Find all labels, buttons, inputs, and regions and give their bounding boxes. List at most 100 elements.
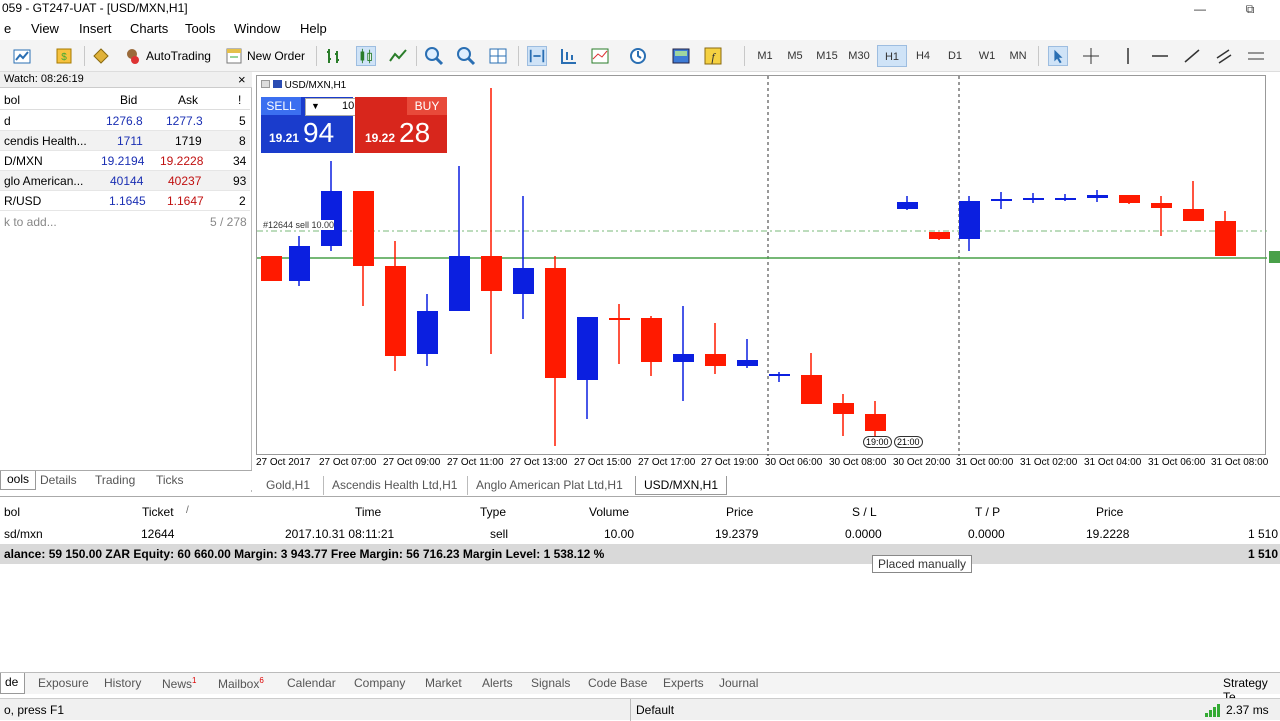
chart-area[interactable]: USD/MXN,H1 #12644 sell 10.00 SELL 19.21 …: [256, 75, 1267, 456]
tab-history[interactable]: History: [104, 676, 141, 690]
tab-calendar[interactable]: Calendar: [287, 676, 336, 690]
column-type[interactable]: Type: [480, 505, 506, 519]
chart-tab-ascendis[interactable]: Ascendis Health Ltd,H1: [323, 476, 465, 495]
candle-body: [737, 360, 758, 366]
market-watch-row[interactable]: D/MXN 19.2194 19.2228 34: [0, 151, 250, 171]
templates-icon[interactable]: [671, 46, 691, 66]
tab-symbols[interactable]: ools: [0, 471, 37, 490]
timeframe-m15[interactable]: M15: [812, 45, 842, 67]
timeframe-m30[interactable]: M30: [844, 45, 874, 67]
new-order-button[interactable]: New Order: [247, 45, 305, 67]
timeframe-h1[interactable]: H1: [877, 45, 907, 67]
tab-trading[interactable]: Trading: [95, 473, 135, 487]
zoom-in-icon[interactable]: [424, 46, 444, 66]
market-watch-row[interactable]: d 1276.8 1277.3 5: [0, 111, 250, 131]
buy-button[interactable]: BUY 19.22 28: [355, 97, 447, 153]
tab-news[interactable]: News1: [162, 676, 196, 691]
horizontal-line-icon[interactable]: [1150, 46, 1170, 66]
market-watch-row[interactable]: cendis Health... 1711 1719 8: [0, 131, 250, 151]
column-volume[interactable]: Volume: [589, 505, 629, 519]
line-chart-icon[interactable]: [388, 46, 408, 66]
timeframe-mn[interactable]: MN: [1003, 45, 1033, 67]
restore-button[interactable]: ⧉: [1235, 0, 1265, 18]
terminal-panel: bol Ticket / Time Type Volume Price S / …: [0, 496, 1280, 676]
menu-file[interactable]: e: [4, 21, 11, 36]
market-watch-row[interactable]: glo American... 40144 40237 93: [0, 171, 250, 191]
tab-code-base[interactable]: Code Base: [588, 676, 647, 690]
column-time[interactable]: Time: [355, 505, 381, 519]
fibonacci-icon[interactable]: [1246, 46, 1266, 66]
menu-insert[interactable]: Insert: [79, 21, 112, 36]
chart-tab-anglo[interactable]: Anglo American Plat Ltd,H1: [467, 476, 631, 495]
bar-chart-icon[interactable]: [324, 46, 344, 66]
zoom-out-icon[interactable]: [456, 46, 476, 66]
chart-shift-icon[interactable]: [558, 46, 578, 66]
column-symbol[interactable]: bol: [4, 505, 20, 519]
tab-details[interactable]: Details: [40, 473, 77, 487]
periods-icon[interactable]: [628, 46, 648, 66]
table-row[interactable]: sd/mxn 12644 2017.10.31 08:11:21 sell 10…: [0, 523, 1280, 543]
minimize-button[interactable]: —: [1185, 0, 1215, 18]
menu-tools[interactable]: Tools: [185, 21, 215, 36]
column-current-price[interactable]: Price: [1096, 505, 1123, 519]
tab-exposure[interactable]: Exposure: [38, 676, 89, 690]
connection-icon: [1205, 704, 1220, 717]
price-scale[interactable]: [1267, 75, 1280, 455]
column-spread[interactable]: !: [238, 93, 241, 107]
tab-experts[interactable]: Experts: [663, 676, 704, 690]
tab-signals[interactable]: Signals: [531, 676, 570, 690]
new-order-icon[interactable]: [224, 46, 244, 66]
cell-sl: 0.0000: [845, 527, 882, 541]
timeframe-m1[interactable]: M1: [750, 45, 780, 67]
title-bar: 059 - GT247-UAT - [USD/MXN,H1] — ⧉: [0, 0, 1280, 18]
timeframe-w1[interactable]: W1: [972, 45, 1002, 67]
vertical-line-icon[interactable]: [1118, 46, 1138, 66]
tile-windows-icon[interactable]: [488, 46, 508, 66]
close-icon[interactable]: ×: [238, 72, 246, 87]
menu-view[interactable]: View: [31, 21, 59, 36]
row-bid: 19.2194: [101, 154, 145, 168]
candlestick-icon[interactable]: [356, 46, 376, 66]
autotrading-icon[interactable]: [122, 46, 142, 66]
menu-window[interactable]: Window: [234, 21, 280, 36]
autotrading-button[interactable]: AutoTrading: [146, 45, 211, 67]
time-axis-label: 31 Oct 08:00: [1211, 457, 1269, 468]
profiles-icon[interactable]: $: [54, 46, 74, 66]
tab-market[interactable]: Market: [425, 676, 462, 690]
trendline-icon[interactable]: [1182, 46, 1202, 66]
equidistant-channel-icon[interactable]: [1214, 46, 1234, 66]
auto-scroll-icon[interactable]: [527, 46, 547, 66]
row-spread: 8: [239, 134, 246, 148]
tab-trade[interactable]: de: [0, 673, 26, 694]
row-bid: 40144: [110, 174, 144, 188]
menu-help[interactable]: Help: [300, 21, 327, 36]
tab-journal[interactable]: Journal: [719, 676, 758, 690]
column-ticket[interactable]: Ticket: [142, 505, 174, 519]
menu-charts[interactable]: Charts: [130, 21, 168, 36]
chart-tab-gold[interactable]: Gold,H1: [258, 476, 318, 495]
column-bid[interactable]: Bid: [120, 93, 137, 107]
chart-tab-usdmxn[interactable]: USD/MXN,H1: [635, 476, 728, 495]
tab-ticks[interactable]: Ticks: [156, 473, 184, 487]
timeframe-d1[interactable]: D1: [940, 45, 970, 67]
timeframe-h4[interactable]: H4: [908, 45, 938, 67]
column-tp[interactable]: T / P: [975, 505, 1000, 519]
tab-company[interactable]: Company: [354, 676, 405, 690]
cursor-icon[interactable]: [1048, 46, 1068, 66]
column-sl[interactable]: S / L: [852, 505, 877, 519]
new-chart-icon[interactable]: [12, 46, 32, 66]
indicators-icon[interactable]: [590, 46, 610, 66]
column-symbol[interactable]: bol: [4, 93, 20, 107]
volume-down-icon[interactable]: ▼: [311, 101, 320, 111]
market-watch-icon[interactable]: [91, 46, 111, 66]
market-watch-row[interactable]: R/USD 1.1645 1.1647 2: [0, 191, 250, 211]
column-ask[interactable]: Ask: [178, 93, 198, 107]
tab-alerts[interactable]: Alerts: [482, 676, 513, 690]
expert-icon[interactable]: f: [703, 46, 723, 66]
tab-mailbox[interactable]: Mailbox6: [218, 676, 264, 691]
add-symbol-row[interactable]: k to add... 5 / 278: [0, 212, 250, 232]
timeframe-m5[interactable]: M5: [780, 45, 810, 67]
column-price[interactable]: Price: [726, 505, 753, 519]
crosshair-icon[interactable]: [1081, 46, 1101, 66]
status-ping: 2.37 ms: [1226, 703, 1269, 717]
